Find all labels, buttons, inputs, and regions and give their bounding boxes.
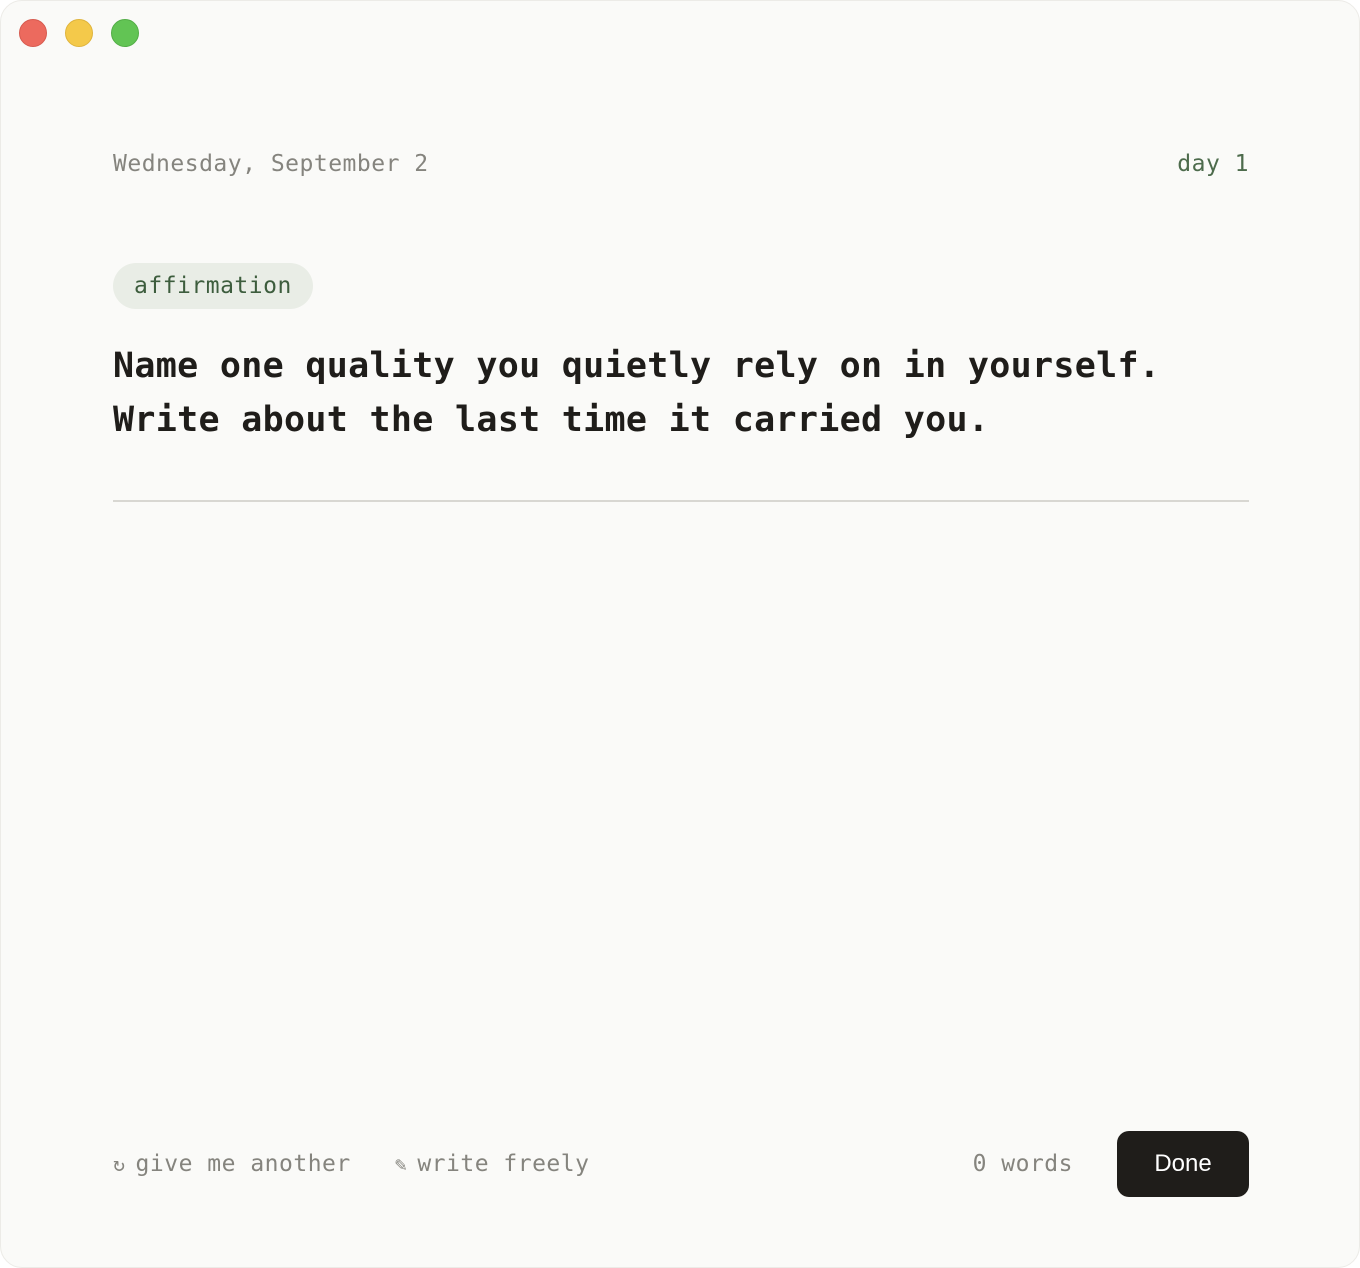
journal-window: Wednesday, September 2 day 1 affirmation…: [0, 0, 1360, 1268]
divider: [113, 500, 1249, 502]
prompt-text: Name one quality you quietly rely on in …: [113, 339, 1249, 447]
streak-day: day 1: [1177, 151, 1249, 177]
zoom-window-button[interactable]: [111, 19, 139, 47]
entry-date: Wednesday, September 2: [113, 151, 429, 177]
minimize-window-button[interactable]: [65, 19, 93, 47]
write-freely-label: write freely: [417, 1151, 590, 1177]
refresh-icon: ↻: [113, 1152, 126, 1176]
write-freely-button[interactable]: ✎ write freely: [395, 1151, 590, 1177]
give-me-another-button[interactable]: ↻ give me another: [113, 1151, 351, 1177]
window-controls: [19, 19, 139, 47]
entry-header: Wednesday, September 2 day 1: [113, 151, 1249, 177]
give-me-another-label: give me another: [135, 1151, 351, 1177]
pencil-icon: ✎: [394, 1152, 408, 1176]
prompt-line: Write about the last time it carried you…: [113, 400, 990, 440]
close-window-button[interactable]: [19, 19, 47, 47]
prompt-line: Name one quality you quietly rely on in …: [113, 346, 1161, 386]
done-button[interactable]: Done: [1117, 1131, 1249, 1197]
journal-entry-input[interactable]: [113, 521, 1253, 1105]
entry-footer: ↻ give me another ✎ write freely 0 words…: [113, 1131, 1249, 1197]
prompt-category-tag: affirmation: [113, 263, 313, 309]
word-count: 0 words: [972, 1151, 1073, 1177]
